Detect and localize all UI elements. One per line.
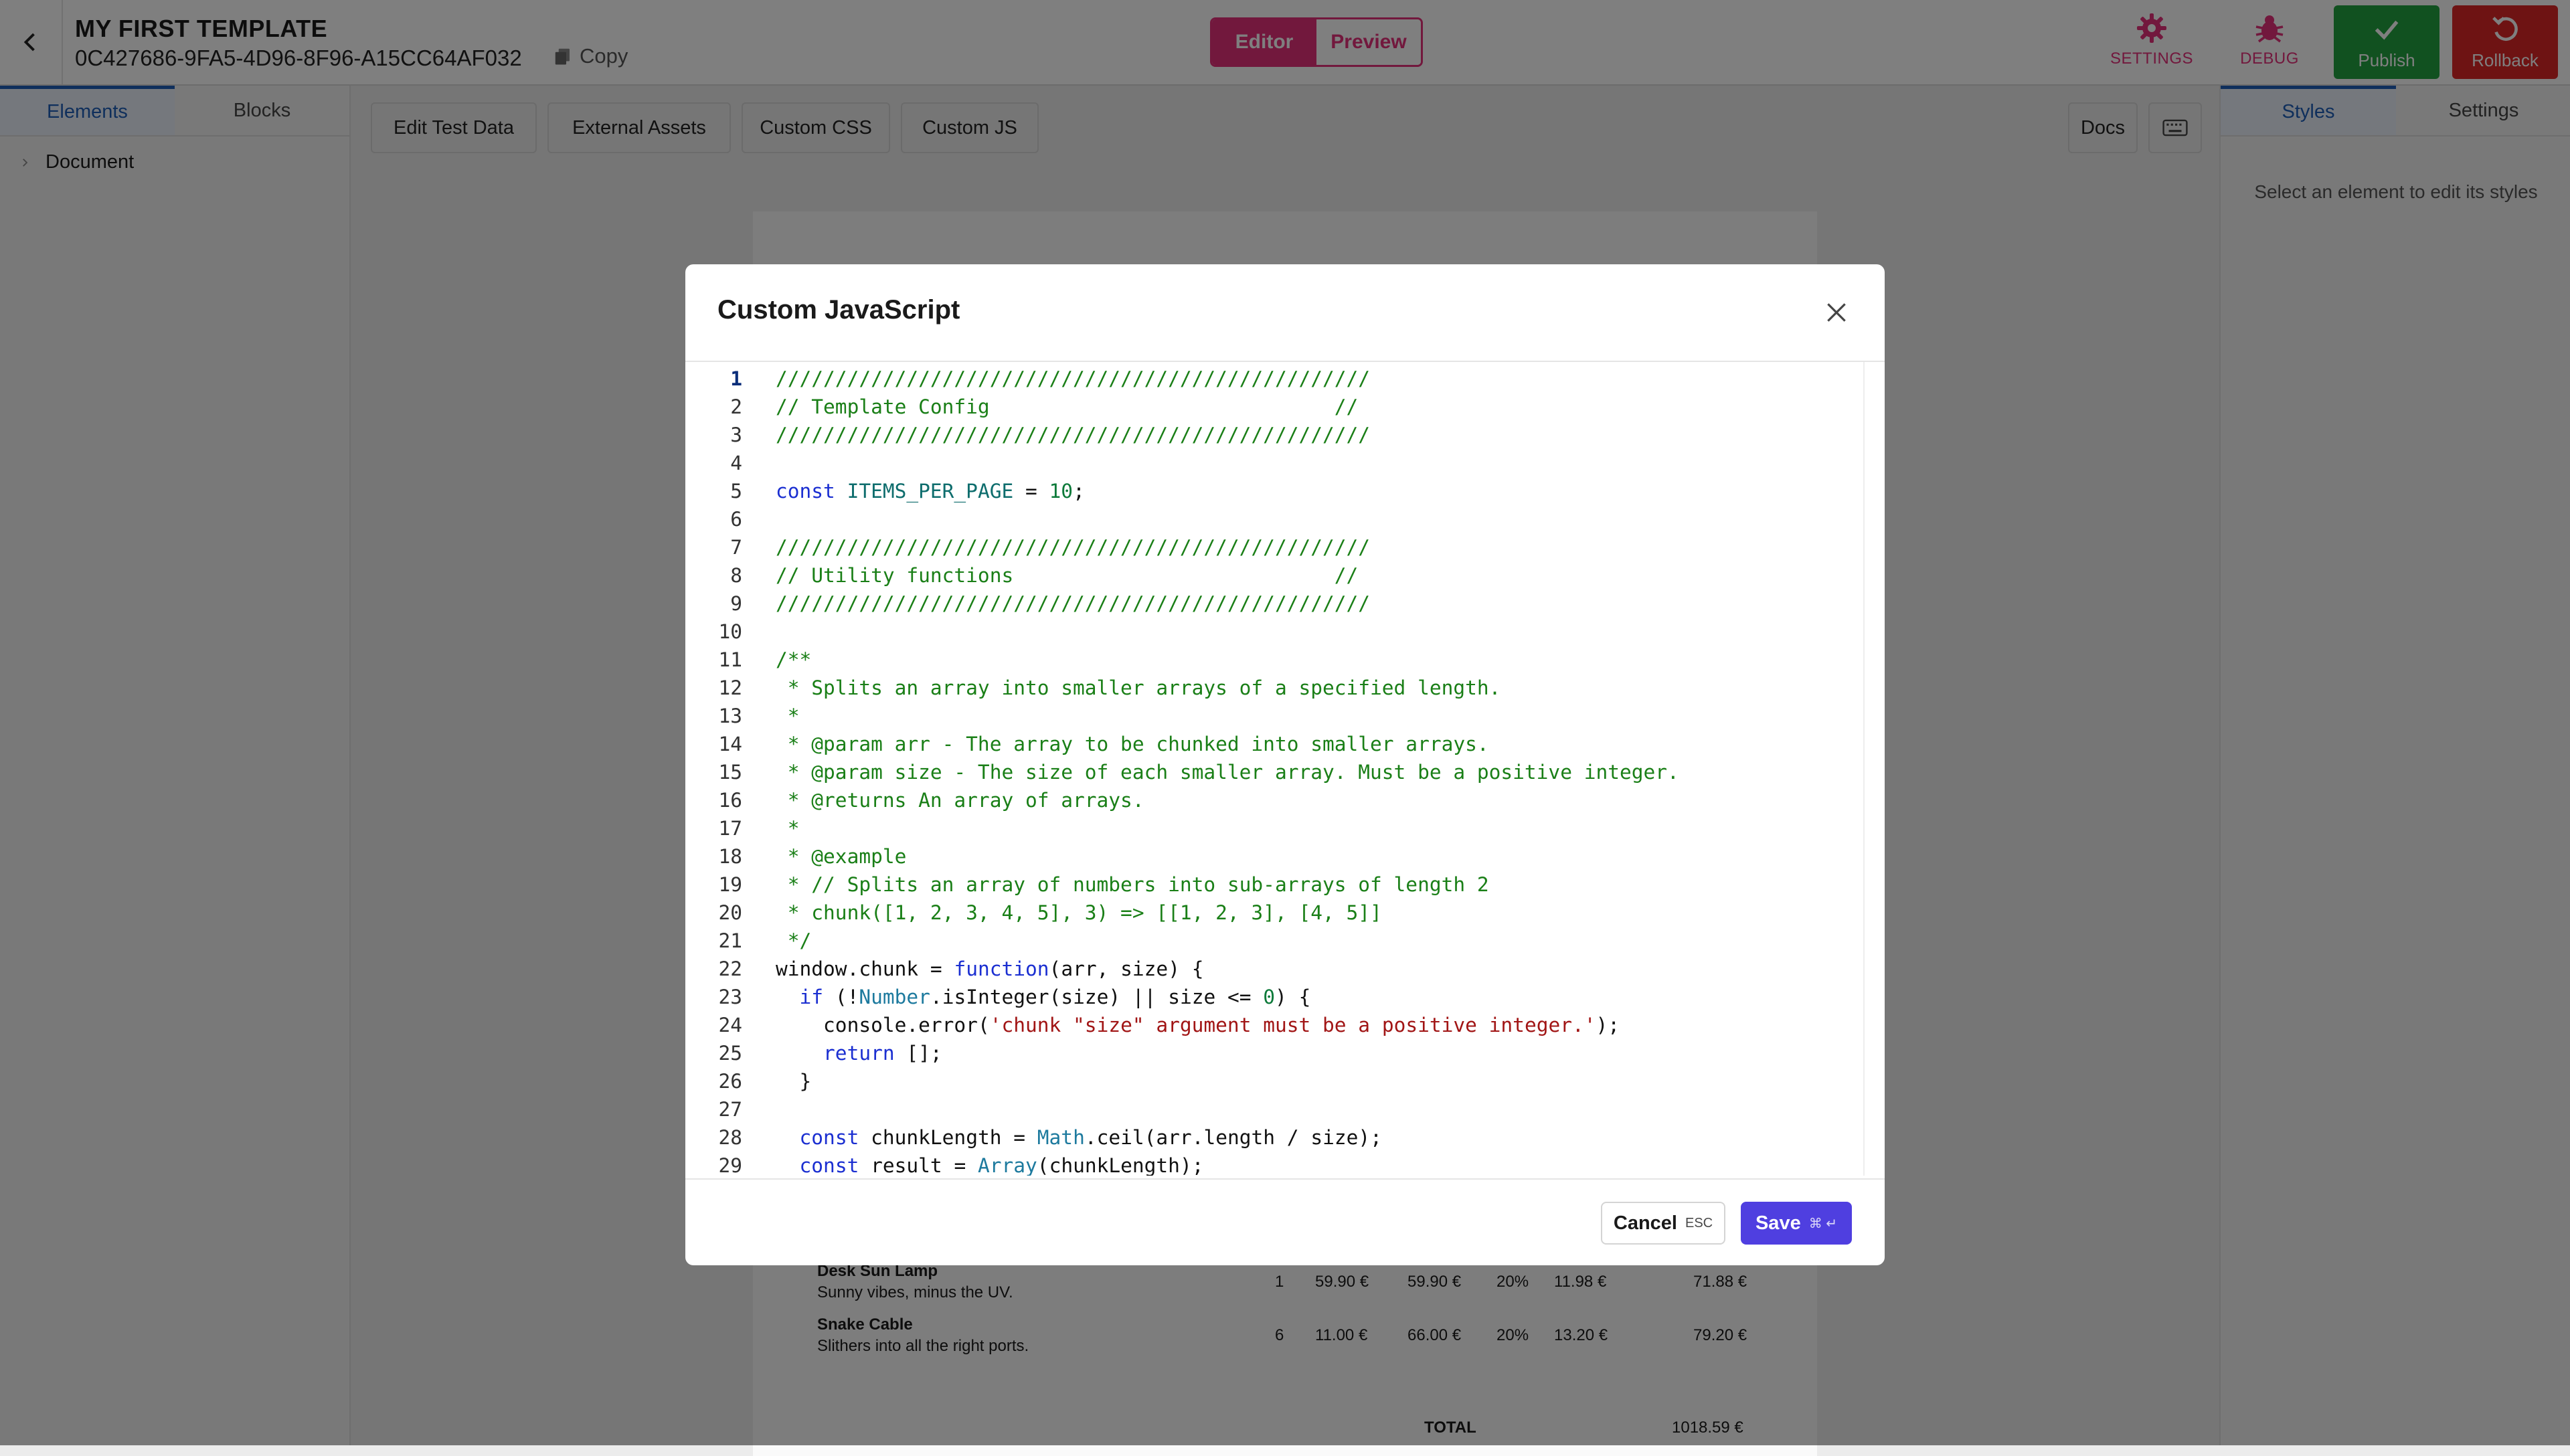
line-number: 24 [718,1014,742,1036]
save-shortcut: ⌘ ↵ [1808,1216,1838,1231]
code-text: console.error('chunk "size" argument mus… [823,1014,1620,1036]
code-text: * // Splits an array of numbers into sub… [776,873,1489,896]
line-number: 15 [718,761,742,784]
code-text: ////////////////////////////////////////… [776,592,1371,615]
line-number: 4 [730,452,742,474]
line-number: 27 [718,1098,742,1121]
line-number: 29 [718,1154,742,1176]
code-text: * chunk([1, 2, 3, 4, 5], 3) => [[1, 2, 3… [776,901,1382,924]
line-number: 11 [718,648,742,671]
line-number: 23 [718,986,742,1008]
code-editor[interactable]: 1 ///////////////////////////////////////… [685,362,1885,1176]
divider [685,1178,1885,1180]
code-text: const chunkLength = Math.ceil(arr.length… [799,1126,1382,1149]
code-text: * @param size - The size of each smaller… [776,761,1679,784]
code-text: * @example [776,845,907,868]
code-text: * @returns An array of arrays. [776,789,1144,812]
line-number: 13 [718,705,742,727]
cancel-label: Cancel [1613,1212,1677,1234]
line-number: 26 [718,1070,742,1093]
line-number: 9 [730,592,742,615]
line-number: 22 [718,958,742,980]
code-text: ////////////////////////////////////////… [776,424,1371,446]
code-text: const ITEMS_PER_PAGE = 10; [776,480,1085,503]
line-number: 18 [718,845,742,868]
code-text: /** [776,648,812,671]
modal-title: Custom JavaScript [717,295,960,325]
code-text: ////////////////////////////////////////… [776,536,1371,559]
code-text: * Splits an array into smaller arrays of… [776,676,1501,699]
line-number: 3 [730,424,742,446]
code-text: * [776,817,800,840]
code-text: } [776,1070,812,1093]
code-text: window.chunk = function(arr, size) { [776,958,1204,980]
code-text: const result = Array(chunkLength); [799,1154,1204,1176]
line-number: 5 [730,480,742,503]
code-text: // Template Config // [776,395,1359,418]
line-number: 25 [718,1042,742,1065]
code-text: // Utility functions // [776,564,1359,587]
line-number: 17 [718,817,742,840]
custom-js-modal: Custom JavaScript 1 /////////////////////… [685,264,1885,1265]
save-label: Save [1755,1212,1801,1234]
line-number: 20 [718,901,742,924]
line-number: 6 [730,508,742,531]
line-number: 16 [718,789,742,812]
cancel-button[interactable]: Cancel ESC [1601,1202,1725,1245]
line-number: 12 [718,676,742,699]
code-text: */ [776,929,812,952]
code-text: return []; [823,1042,942,1065]
line-number: 19 [718,873,742,896]
close-button[interactable] [1816,292,1857,333]
editor-scrollbar[interactable] [1863,362,1885,1176]
line-number: 28 [718,1126,742,1149]
code-text: if (!Number.isInteger(size) || size <= 0… [799,986,1311,1008]
code-text: * [776,705,800,727]
code-text: ////////////////////////////////////////… [776,367,1371,390]
close-icon [1827,303,1846,322]
code-text: * @param arr - The array to be chunked i… [776,733,1489,755]
line-number: 1 [730,367,742,390]
line-number: 10 [718,620,742,643]
line-number: 21 [718,929,742,952]
line-number: 2 [730,395,742,418]
line-number: 7 [730,536,742,559]
cancel-shortcut: ESC [1685,1215,1713,1231]
line-number: 14 [718,733,742,755]
save-button[interactable]: Save ⌘ ↵ [1741,1202,1852,1245]
line-number: 8 [730,564,742,587]
